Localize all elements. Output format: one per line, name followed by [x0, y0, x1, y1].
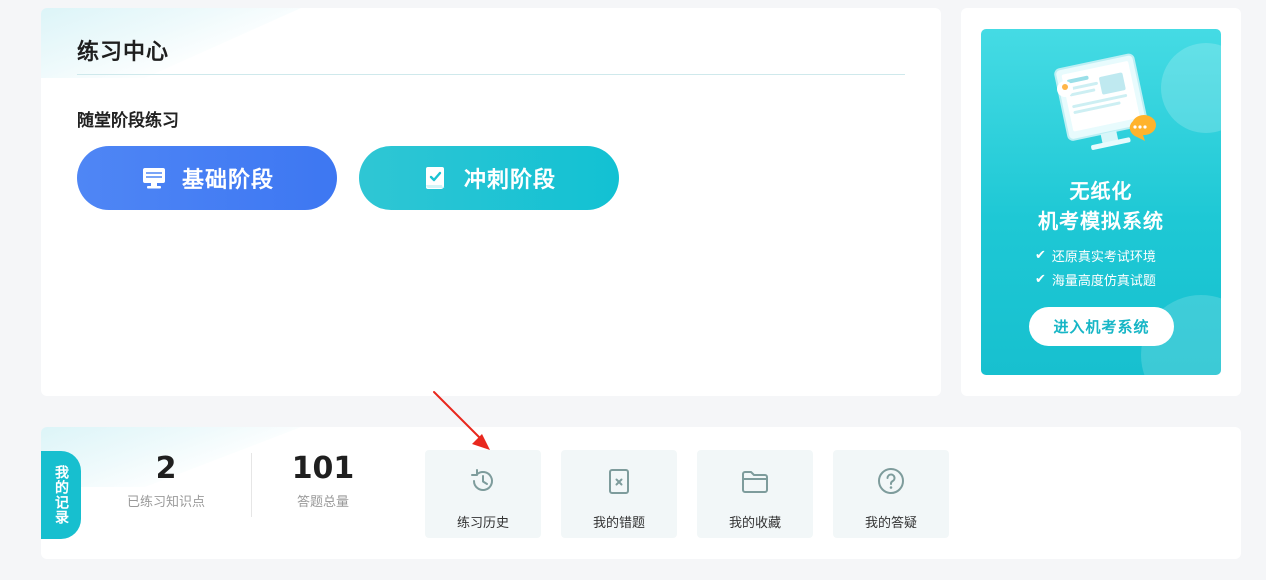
promo-headline-line1: 无纸化: [1069, 179, 1133, 203]
exam-system-promo-card: 无纸化 机考模拟系统 ✔ 还原真实考试环境 ✔ 海量高度仿真试题 进入机考系统: [961, 8, 1241, 396]
question-circle-icon: [878, 468, 904, 494]
promo-headline-line2: 机考模拟系统: [1038, 209, 1164, 233]
tile-label: 我的答疑: [864, 516, 917, 531]
basic-stage-label: 基础阶段: [181, 168, 274, 193]
practice-center-card: 练习中心 随堂阶段练习 基础阶段 冲刺阶段: [41, 8, 941, 396]
tile-label: 我的收藏: [728, 516, 781, 531]
my-records-tag: 我的记录: [41, 451, 81, 539]
stage-practice-label: 随堂阶段练习: [77, 111, 179, 131]
page: 练习中心 随堂阶段练习 基础阶段 冲刺阶段 无纸化 机考模拟系统 ✔ 还原真实考…: [0, 0, 1266, 580]
stat-label: 答题总量: [296, 495, 349, 510]
stat-value: 101: [291, 451, 355, 486]
error-book-icon: [609, 469, 629, 494]
sprint-stage-label: 冲刺阶段: [463, 168, 556, 193]
stat-value: 2: [155, 451, 177, 486]
title-divider: [77, 74, 905, 75]
monitor-icon: [142, 168, 165, 189]
practiced-points-stat: 2 已练习知识点: [86, 451, 246, 510]
tile-label: 我的错题: [592, 516, 645, 531]
promo-point-text: 还原真实考试环境: [1051, 250, 1156, 265]
scroll-check-icon: [425, 167, 445, 189]
stat-label: 已练习知识点: [126, 495, 205, 510]
computer-exam-illustration: [1054, 53, 1156, 150]
history-clock-icon: [471, 469, 493, 491]
my-records-card: 我的记录 2 已练习知识点 101 答题总量 练习历史 我的错题 我的收藏 我的…: [41, 427, 1241, 559]
tile-label: 练习历史: [456, 516, 509, 531]
decorative-bubble: [1161, 43, 1221, 133]
promo-point-text: 海量高度仿真试题: [1051, 274, 1156, 289]
promo-banner[interactable]: 无纸化 机考模拟系统 ✔ 还原真实考试环境 ✔ 海量高度仿真试题 进入机考系统: [981, 29, 1221, 375]
check-icon: ✔: [1035, 248, 1046, 263]
my-questions-tile[interactable]: 我的答疑: [833, 450, 949, 538]
my-mistakes-tile[interactable]: 我的错题: [561, 450, 677, 538]
practice-center-title: 练习中心: [77, 40, 170, 65]
practice-history-tile[interactable]: 练习历史: [425, 450, 541, 538]
basic-stage-button[interactable]: 基础阶段: [77, 146, 337, 210]
folder-icon: [742, 471, 768, 493]
promo-point: ✔ 还原真实考试环境: [1035, 246, 1156, 265]
check-icon: ✔: [1035, 272, 1046, 287]
enter-exam-system-button[interactable]: 进入机考系统: [1029, 307, 1174, 346]
my-favorites-tile[interactable]: 我的收藏: [697, 450, 813, 538]
total-answers-stat: 101 答题总量: [243, 451, 403, 510]
promo-point: ✔ 海量高度仿真试题: [1035, 270, 1156, 289]
sprint-stage-button[interactable]: 冲刺阶段: [359, 146, 619, 210]
annotation-arrow-icon: [433, 391, 490, 450]
